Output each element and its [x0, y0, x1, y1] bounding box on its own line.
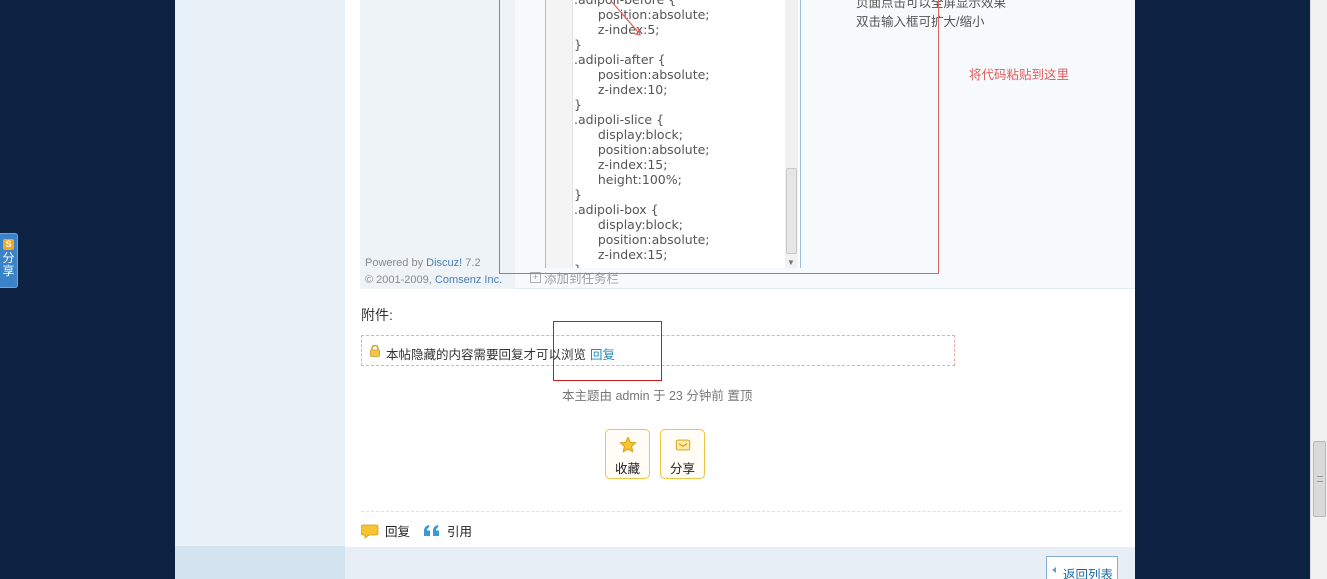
share-side-tab[interactable]: S 分享	[0, 233, 18, 288]
paste-annotation: 将代码粘贴到这里	[969, 68, 1070, 82]
annotation-frame-reply	[553, 321, 662, 381]
back-to-list-label: 返回列表	[1063, 568, 1114, 579]
back-to-list-button[interactable]: 返回列表	[1046, 556, 1118, 579]
version-text: 7.2	[465, 257, 481, 269]
bottom-bar	[345, 547, 1135, 579]
left-sidebar-footer	[175, 546, 345, 579]
embedded-left-panel	[360, 0, 515, 289]
page-scroll-thumb[interactable]	[1313, 441, 1326, 517]
scroll-grip-icon	[1317, 476, 1323, 482]
share-label: 分享	[669, 462, 695, 476]
back-arrow-icon	[1052, 567, 1056, 573]
reply-action-label: 回复	[385, 525, 411, 539]
speech-bubble-icon	[361, 524, 379, 539]
quote-icon	[424, 524, 439, 536]
annotation-frame-code	[499, 0, 939, 274]
post-divider	[361, 511, 1121, 512]
envelope-icon	[675, 439, 690, 451]
attachments-title: 附件:	[361, 307, 393, 323]
sticky-status: 本主题由 admin 于 23 分钟前 置顶	[562, 389, 753, 403]
annotation-arrow-icon	[611, 1, 641, 36]
powered-by-text: Powered by	[365, 257, 424, 269]
favorite-label: 收藏	[614, 462, 640, 476]
share-button[interactable]: 分享	[660, 429, 705, 479]
comsenz-link[interactable]: Comsenz Inc.	[435, 274, 502, 286]
copyright-text: © 2001-2009,	[365, 274, 432, 286]
powered-by-footer: Powered by Discuz! 7.2 © 2001-2009, Coms…	[365, 255, 502, 289]
share-logo-icon: S	[3, 239, 14, 250]
lock-icon	[370, 345, 380, 357]
quote-action[interactable]: 引用	[423, 521, 472, 540]
reply-action[interactable]: 回复	[361, 521, 410, 540]
favorite-button[interactable]: 收藏	[605, 429, 650, 479]
page-scrollbar[interactable]	[1310, 0, 1327, 579]
share-side-label: 分享	[2, 251, 15, 278]
left-sidebar-strip	[175, 0, 345, 579]
quote-action-label: 引用	[447, 525, 473, 539]
discuz-link[interactable]: Discuz!	[426, 257, 462, 269]
star-icon	[618, 436, 637, 453]
